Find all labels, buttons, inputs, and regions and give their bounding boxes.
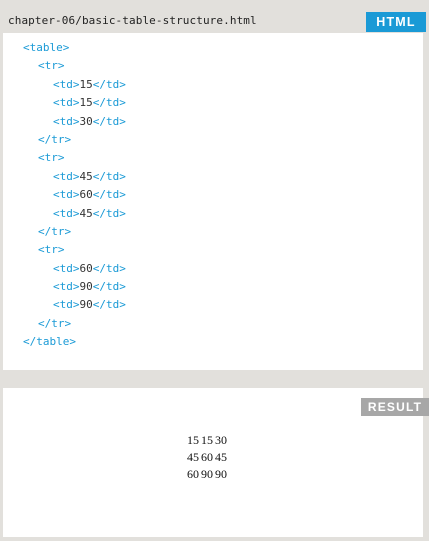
table-cell: 30 <box>215 433 227 447</box>
file-path: chapter-06/basic-table-structure.html <box>8 14 257 27</box>
code-line: <td>30</td> <box>3 113 126 131</box>
code-line: <table> <box>3 39 126 57</box>
table-cell: 60 <box>201 450 213 464</box>
code-header: chapter-06/basic-table-structure.html HT… <box>3 10 426 33</box>
code-tag-open: <tr> <box>38 243 65 257</box>
table-cell: 60 <box>187 467 199 481</box>
code-line: <td>45</td> <box>3 205 126 223</box>
table-row: 60 90 90 <box>186 466 228 483</box>
code-tag-open: <td> <box>53 96 80 110</box>
code-tag-open: <td> <box>53 114 80 128</box>
code-line: <tr> <box>3 57 126 75</box>
code-line: <tr> <box>3 149 126 167</box>
code-tag-open: </tr> <box>38 316 72 330</box>
code-text: 45 <box>79 206 93 220</box>
code-tag-close: </td> <box>92 169 126 183</box>
code-text: 45 <box>79 169 93 183</box>
code-tag-open: </tr> <box>38 224 72 238</box>
code-tag-close: </td> <box>92 188 126 202</box>
code-tag-open: <td> <box>53 280 80 294</box>
code-text: 15 <box>79 77 93 91</box>
code-text: 60 <box>79 261 93 275</box>
code-line: <td>15</td> <box>3 76 126 94</box>
code-line: </table> <box>3 333 126 351</box>
code-panel: chapter-06/basic-table-structure.html HT… <box>3 10 426 370</box>
table-row: 15 15 30 <box>186 432 228 449</box>
code-tag-open: <tr> <box>38 59 65 73</box>
table-row: 45 60 45 <box>186 449 228 466</box>
code-line: <td>90</td> <box>3 296 126 314</box>
code-line: </tr> <box>3 223 126 241</box>
code-tag-open: <td> <box>53 169 80 183</box>
code-text: 90 <box>79 298 93 312</box>
code-line: <td>45</td> <box>3 168 126 186</box>
code-line: <td>60</td> <box>3 260 126 278</box>
code-listing: <table> <tr> <td>15</td> <td>15</td> <td>30<… <box>3 39 126 352</box>
code-tag-open: <td> <box>53 261 80 275</box>
table-cell: 90 <box>215 467 227 481</box>
code-text: 90 <box>79 280 93 294</box>
code-line: <tr> <box>3 241 126 259</box>
result-panel: RESULT 15 15 30 45 60 45 60 90 90 <box>3 388 429 537</box>
code-tag-close: </td> <box>92 96 126 110</box>
code-line: </tr> <box>3 315 126 333</box>
code-tag-open: <td> <box>53 298 80 312</box>
code-tag-close: </td> <box>92 261 126 275</box>
code-line: <td>15</td> <box>3 94 126 112</box>
code-text: 30 <box>79 114 93 128</box>
table-cell: 15 <box>201 433 213 447</box>
language-badge: HTML <box>366 12 426 32</box>
code-tag-close: </td> <box>92 298 126 312</box>
code-tag-close: </td> <box>92 280 126 294</box>
code-line: <td>60</td> <box>3 186 126 204</box>
code-tag-open: <table> <box>23 41 70 54</box>
table-cell: 15 <box>187 433 199 447</box>
code-line: </tr> <box>3 131 126 149</box>
code-tag-open: <td> <box>53 206 80 220</box>
code-tag-open: </tr> <box>38 132 72 146</box>
code-tag-close: </td> <box>92 114 126 128</box>
code-tag-open: <td> <box>53 188 80 202</box>
code-text: 60 <box>79 188 93 202</box>
code-line: <td>90</td> <box>3 278 126 296</box>
code-tag-open: </table> <box>23 335 76 349</box>
table-cell: 45 <box>187 450 199 464</box>
table-cell: 90 <box>201 467 213 481</box>
table-cell: 45 <box>215 450 227 464</box>
code-tag-close: </td> <box>92 206 126 220</box>
code-tag-open: <tr> <box>38 151 65 165</box>
result-table: 15 15 30 45 60 45 60 90 90 <box>186 432 228 483</box>
result-badge: RESULT <box>361 398 429 416</box>
code-tag-open: <td> <box>53 77 80 91</box>
code-text: 15 <box>79 96 93 110</box>
code-tag-close: </td> <box>92 77 126 91</box>
